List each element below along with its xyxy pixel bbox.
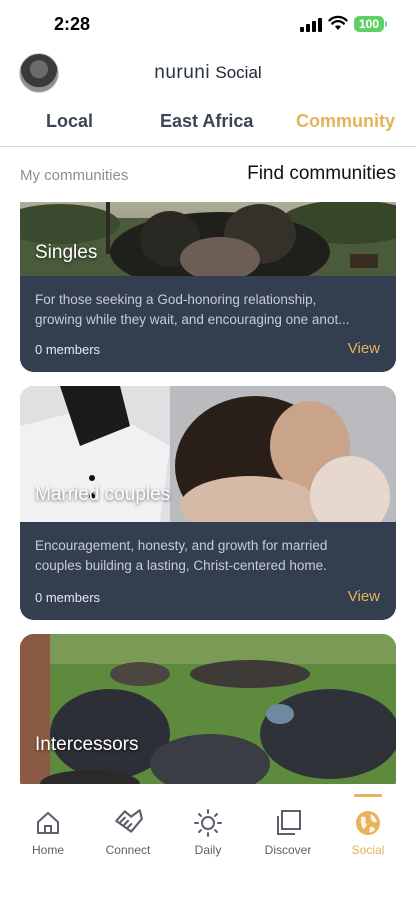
bottom-navigation: Home Connect Daily Discover Social	[0, 784, 416, 900]
battery-tip	[385, 21, 387, 27]
nav-label: Discover	[264, 843, 312, 857]
wifi-icon	[328, 15, 348, 30]
nav-daily[interactable]: Daily	[168, 784, 248, 857]
tab-local[interactable]: Local	[46, 111, 93, 132]
community-title: Intercessors	[35, 734, 139, 755]
description-line: couples building a lasting, Christ-cente…	[35, 558, 327, 573]
tabs-divider	[0, 146, 416, 147]
battery-indicator: 100	[354, 16, 384, 32]
status-time: 2:28	[54, 14, 91, 34]
brand-name: nuruni	[154, 62, 211, 83]
handshake-icon	[115, 809, 143, 833]
nav-label: Home	[31, 843, 64, 857]
nav-social[interactable]: Social	[328, 784, 408, 857]
brand-suffix: Social	[215, 63, 262, 82]
community-list[interactable]: Singles For those seeking a God-honoring…	[20, 202, 396, 784]
nav-label: Connect	[105, 843, 151, 857]
tab-east-africa[interactable]: East Africa	[160, 111, 253, 132]
community-card-married-couples[interactable]: Married couples Encouragement, honesty, …	[20, 386, 396, 620]
globe-icon	[356, 811, 380, 835]
subtab-my-communities[interactable]: My communities	[20, 167, 128, 184]
community-title: Married couples	[35, 484, 171, 505]
member-count: 0 members	[35, 590, 101, 605]
sun-icon	[194, 809, 222, 837]
view-button[interactable]: View	[348, 340, 380, 357]
community-card-body: For those seeking a God-honoring relatio…	[20, 276, 396, 372]
signal-icon	[300, 18, 322, 32]
community-image	[20, 202, 396, 276]
community-card-singles[interactable]: Singles For those seeking a God-honoring…	[20, 202, 396, 372]
stacked-squares-icon	[277, 810, 301, 835]
community-description: For those seeking a God-honoring relatio…	[35, 290, 383, 330]
description-line: Encouragement, honesty, and growth for m…	[35, 538, 328, 553]
community-card-body: Encouragement, honesty, and growth for m…	[20, 522, 396, 620]
community-image	[20, 634, 396, 784]
description-line: For those seeking a God-honoring relatio…	[35, 292, 317, 307]
community-description: Encouragement, honesty, and growth for m…	[35, 536, 383, 576]
nav-label: Daily	[194, 843, 222, 857]
member-count: 0 members	[35, 342, 101, 357]
view-button[interactable]: View	[348, 588, 380, 605]
description-line: growing while they wait, and encouraging…	[35, 312, 350, 327]
status-bar: 2:28 100	[0, 0, 416, 50]
region-tabs: Local East Africa Community	[0, 111, 416, 147]
nav-connect[interactable]: Connect	[88, 784, 168, 857]
community-title: Singles	[35, 242, 98, 263]
community-card-intercessors[interactable]: Intercessors	[20, 634, 396, 784]
nav-discover[interactable]: Discover	[248, 784, 328, 857]
tab-community[interactable]: Community	[296, 111, 395, 132]
home-icon	[37, 812, 59, 834]
nav-label: Social	[351, 843, 385, 857]
app-brand: nuruni Social	[0, 62, 416, 84]
nav-home[interactable]: Home	[8, 784, 88, 857]
subtab-find-communities[interactable]: Find communities	[247, 163, 396, 185]
